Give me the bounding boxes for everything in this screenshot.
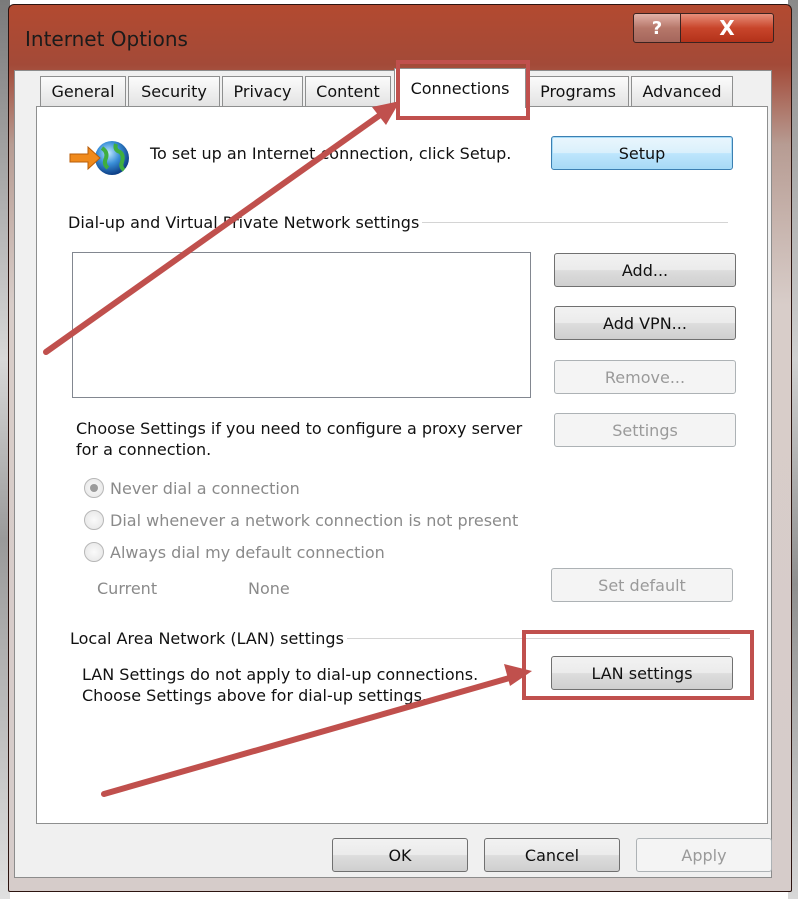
add-button[interactable]: Add...: [554, 253, 736, 287]
radio-indicator: [84, 510, 104, 530]
tab-advanced[interactable]: Advanced: [631, 76, 733, 106]
radio-indicator: [84, 542, 104, 562]
tab-content[interactable]: Content: [305, 76, 391, 106]
close-button[interactable]: X: [680, 13, 774, 43]
help-button[interactable]: ?: [633, 13, 681, 43]
apply-button[interactable]: Apply: [636, 838, 772, 872]
proxy-instruction-text: Choose Settings if you need to configure…: [76, 419, 523, 459]
lan-group-label: Local Area Network (LAN) settings: [70, 628, 347, 649]
annotation-connections-highlight: [396, 60, 530, 120]
set-default-button[interactable]: Set default: [551, 568, 733, 602]
cancel-button[interactable]: Cancel: [484, 838, 620, 872]
help-icon: ?: [651, 17, 663, 39]
internet-connection-icon: [69, 141, 129, 175]
current-label: Current: [97, 579, 158, 598]
radio-dial-when-no-network[interactable]: Dial whenever a network connection is no…: [84, 510, 518, 530]
tab-general[interactable]: General: [40, 76, 126, 106]
setup-button[interactable]: Setup: [551, 136, 733, 170]
connections-listbox[interactable]: [72, 252, 531, 398]
radio-label: Never dial a connection: [110, 478, 300, 498]
radio-never-dial[interactable]: Never dial a connection: [84, 478, 300, 498]
radio-label: Always dial my default connection: [110, 542, 385, 562]
window-title: Internet Options: [25, 27, 188, 51]
radio-label: Dial whenever a network connection is no…: [110, 510, 519, 530]
setup-instruction-text: To set up an Internet connection, click …: [150, 144, 512, 163]
settings-button[interactable]: Settings: [554, 413, 736, 447]
close-icon: X: [719, 16, 735, 40]
radio-always-dial-default[interactable]: Always dial my default connection: [84, 542, 385, 562]
current-value: None: [248, 579, 290, 598]
remove-button[interactable]: Remove...: [554, 360, 736, 394]
lan-instruction-text: LAN Settings do not apply to dial-up con…: [82, 665, 479, 705]
dialup-group-label: Dial-up and Virtual Private Network sett…: [68, 212, 423, 233]
annotation-lan-settings-highlight: [522, 630, 754, 700]
radio-indicator: [84, 478, 104, 498]
add-vpn-button[interactable]: Add VPN...: [554, 306, 736, 340]
tab-programs[interactable]: Programs: [527, 76, 629, 106]
tab-security[interactable]: Security: [128, 76, 220, 106]
tab-privacy[interactable]: Privacy: [222, 76, 303, 106]
ok-button[interactable]: OK: [332, 838, 468, 872]
